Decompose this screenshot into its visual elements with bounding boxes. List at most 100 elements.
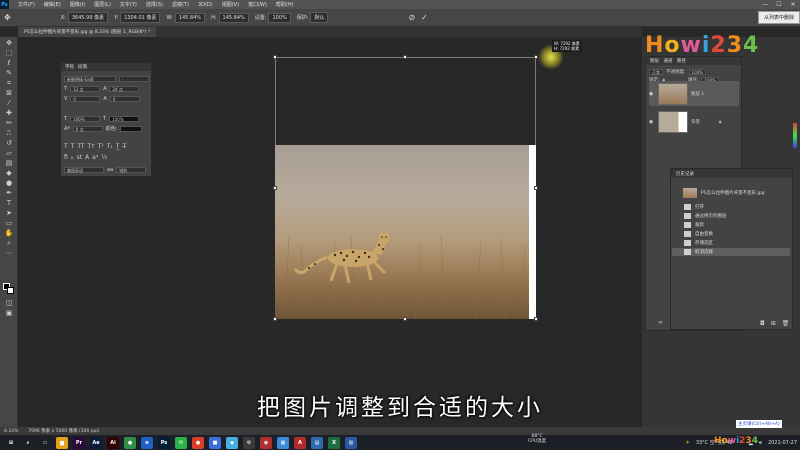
layer-name[interactable]: 背景 [691, 119, 700, 125]
history-item[interactable]: 取消选择 [672, 248, 790, 256]
more-tools-icon[interactable]: ⋯ [4, 249, 14, 257]
delete-icon[interactable]: 🗑︎ [782, 320, 790, 327]
menu-edit[interactable]: 编辑(E) [44, 1, 61, 8]
menu-layer[interactable]: 图层(L) [94, 1, 111, 8]
visibility-eye-icon[interactable]: ◉ [649, 119, 655, 125]
volume-icon[interactable]: 🔊︎ [759, 440, 762, 446]
w-field[interactable]: 145.84% [174, 12, 206, 23]
quick-select-tool-icon[interactable]: ✎ [4, 69, 14, 77]
blur-tool-icon[interactable]: ◆ [4, 169, 14, 177]
gradient-tool-icon[interactable]: ▤ [4, 159, 14, 167]
dodge-tool-icon[interactable]: ● [4, 179, 14, 187]
frame-tool-icon[interactable]: ⊠ [4, 89, 14, 97]
faux-italic-icon[interactable]: T [71, 143, 75, 150]
maximize-button[interactable]: ☐ [772, 0, 786, 9]
transform-handle-left[interactable] [273, 186, 277, 190]
text-color-swatch[interactable] [120, 125, 143, 132]
search-icon[interactable]: ⌕ [22, 436, 34, 449]
ordinal-icon[interactable]: aᵃ [92, 154, 98, 161]
background-color-swatch[interactable] [7, 287, 14, 294]
history-snapshot[interactable]: PS怎么拉伸图片背景不变形.jpg [673, 187, 790, 199]
eraser-tool-icon[interactable]: ▱ [4, 149, 14, 157]
tv-icon[interactable]: ■ [209, 436, 221, 449]
menu-3d[interactable]: 3D(D) [198, 2, 213, 8]
chrome-icon[interactable]: ● [124, 436, 136, 449]
tracking-field[interactable]: 0 [109, 95, 140, 102]
transform-handle-top-left[interactable] [273, 55, 277, 59]
lasso-tool-icon[interactable]: ℓ [4, 59, 14, 67]
transform-handle-top[interactable] [403, 55, 407, 59]
game-icon[interactable]: ● [192, 436, 204, 449]
transform-handle-bottom-left[interactable] [273, 317, 277, 321]
h-field[interactable]: 145.84% [218, 12, 249, 23]
opacity-field[interactable]: 100% [688, 69, 706, 75]
menu-window[interactable]: 窗口(W) [248, 1, 267, 8]
font-size-field[interactable]: 12 点 [70, 85, 101, 92]
menu-type[interactable]: 文字(Y) [120, 1, 137, 8]
shape-tool-icon[interactable]: ▭ [4, 219, 14, 227]
zoom-tool-icon[interactable]: ⌕ [4, 239, 14, 247]
document-tab[interactable]: PS怎么拉伸图片背景不变形.jpg @ 8.33% (图层 1, RGB/8*)… [18, 27, 157, 37]
font-family-select[interactable]: 新细明体-ExtB [64, 75, 116, 82]
layer-name[interactable]: 图层 1 [691, 91, 704, 97]
clock[interactable]: 2021-07-27 [768, 440, 797, 446]
horizontal-scale-field[interactable]: 100% [109, 115, 140, 122]
close-button[interactable]: ✕ [786, 0, 800, 9]
brush-tool-icon[interactable]: ✏ [4, 119, 14, 127]
fraction-icon[interactable]: ½ [101, 154, 107, 161]
antialias-select[interactable]: 锐利 [116, 166, 147, 173]
camera-icon[interactable]: ◘ [760, 320, 765, 327]
font-style-select[interactable]: - [119, 75, 149, 82]
x-field[interactable]: 3645.99 像素 [67, 12, 109, 23]
menu-help[interactable]: 帮助(H) [276, 1, 294, 8]
eyedropper-tool-icon[interactable]: ⁄ [4, 99, 14, 107]
windows-icon[interactable]: ⊞ [5, 436, 17, 449]
blend-mode-select[interactable]: 正常 [649, 69, 663, 75]
zoom-level[interactable]: 8.33% [4, 429, 18, 434]
cpu-temp-widget[interactable]: 68°C CPU温度 [528, 434, 546, 444]
strikethrough-icon[interactable]: T̶ [123, 143, 127, 150]
stamp-tool-icon[interactable]: ⎍ [4, 129, 14, 137]
swash-icon[interactable]: ℴ [71, 154, 74, 161]
y-field[interactable]: 1304.01 像素 [120, 12, 161, 23]
transform-handle-bottom[interactable] [403, 317, 407, 321]
history-item[interactable]: 裁剪 [672, 221, 790, 229]
folder-icon[interactable]: ▆ [56, 436, 68, 449]
color-picker-strip[interactable] [793, 123, 797, 148]
premiere-icon[interactable]: Pr [73, 436, 85, 449]
settings-icon[interactable]: ⚙ [243, 436, 255, 449]
menu-file[interactable]: 文件(F) [18, 1, 35, 8]
media-icon[interactable]: ◆ [226, 436, 238, 449]
cancel-transform-icon[interactable]: ⊘ [408, 13, 415, 22]
kerning-field[interactable]: 0 [70, 95, 101, 102]
tab-character[interactable]: 字符 [65, 64, 74, 70]
language-select[interactable]: 美国英语 [64, 166, 104, 173]
link-icon[interactable]: ∞ [658, 319, 663, 326]
move-tool-icon[interactable]: ✥ [4, 39, 14, 47]
illustrator-icon[interactable]: Ai [107, 436, 119, 449]
document-info[interactable]: 7996 像素 x 5000 像素 (300 ppi) [28, 428, 99, 434]
leading-field[interactable]: 24 点 [109, 85, 140, 92]
photoshop-logo-icon[interactable]: Ps [0, 0, 9, 9]
minimize-button[interactable]: — [758, 0, 772, 9]
path-select-tool-icon[interactable]: ➤ [4, 209, 14, 217]
aftereffects-icon[interactable]: Ae [90, 436, 102, 449]
app-icon[interactable]: ▦ [277, 436, 289, 449]
menu-select[interactable]: 选择(S) [146, 1, 163, 8]
warp-select[interactable]: 默认 [310, 12, 329, 23]
healing-tool-icon[interactable]: ✚ [4, 109, 14, 117]
menu-image[interactable]: 图像(I) [70, 1, 85, 8]
opacity-field[interactable]: 100% [268, 12, 291, 23]
layer-row[interactable]: ◉ 图层 1 [649, 81, 739, 106]
small-caps-icon[interactable]: Tᴛ [88, 143, 95, 150]
history-item[interactable]: 通过拷贝的图层 [672, 212, 790, 220]
photoshop-icon[interactable]: Ps [158, 436, 170, 449]
hand-tool-icon[interactable]: ✋ [4, 229, 14, 237]
vertical-scale-field[interactable]: 100% [70, 115, 101, 122]
tab-channels[interactable]: 通道 [663, 59, 672, 64]
history-item[interactable]: 存储选区 [672, 239, 790, 247]
stylistic-icon[interactable]: st [77, 154, 82, 161]
history-brush-tool-icon[interactable]: ↺ [4, 139, 14, 147]
history-item[interactable]: 打开 [672, 203, 790, 211]
visibility-eye-icon[interactable]: ◉ [649, 91, 655, 97]
